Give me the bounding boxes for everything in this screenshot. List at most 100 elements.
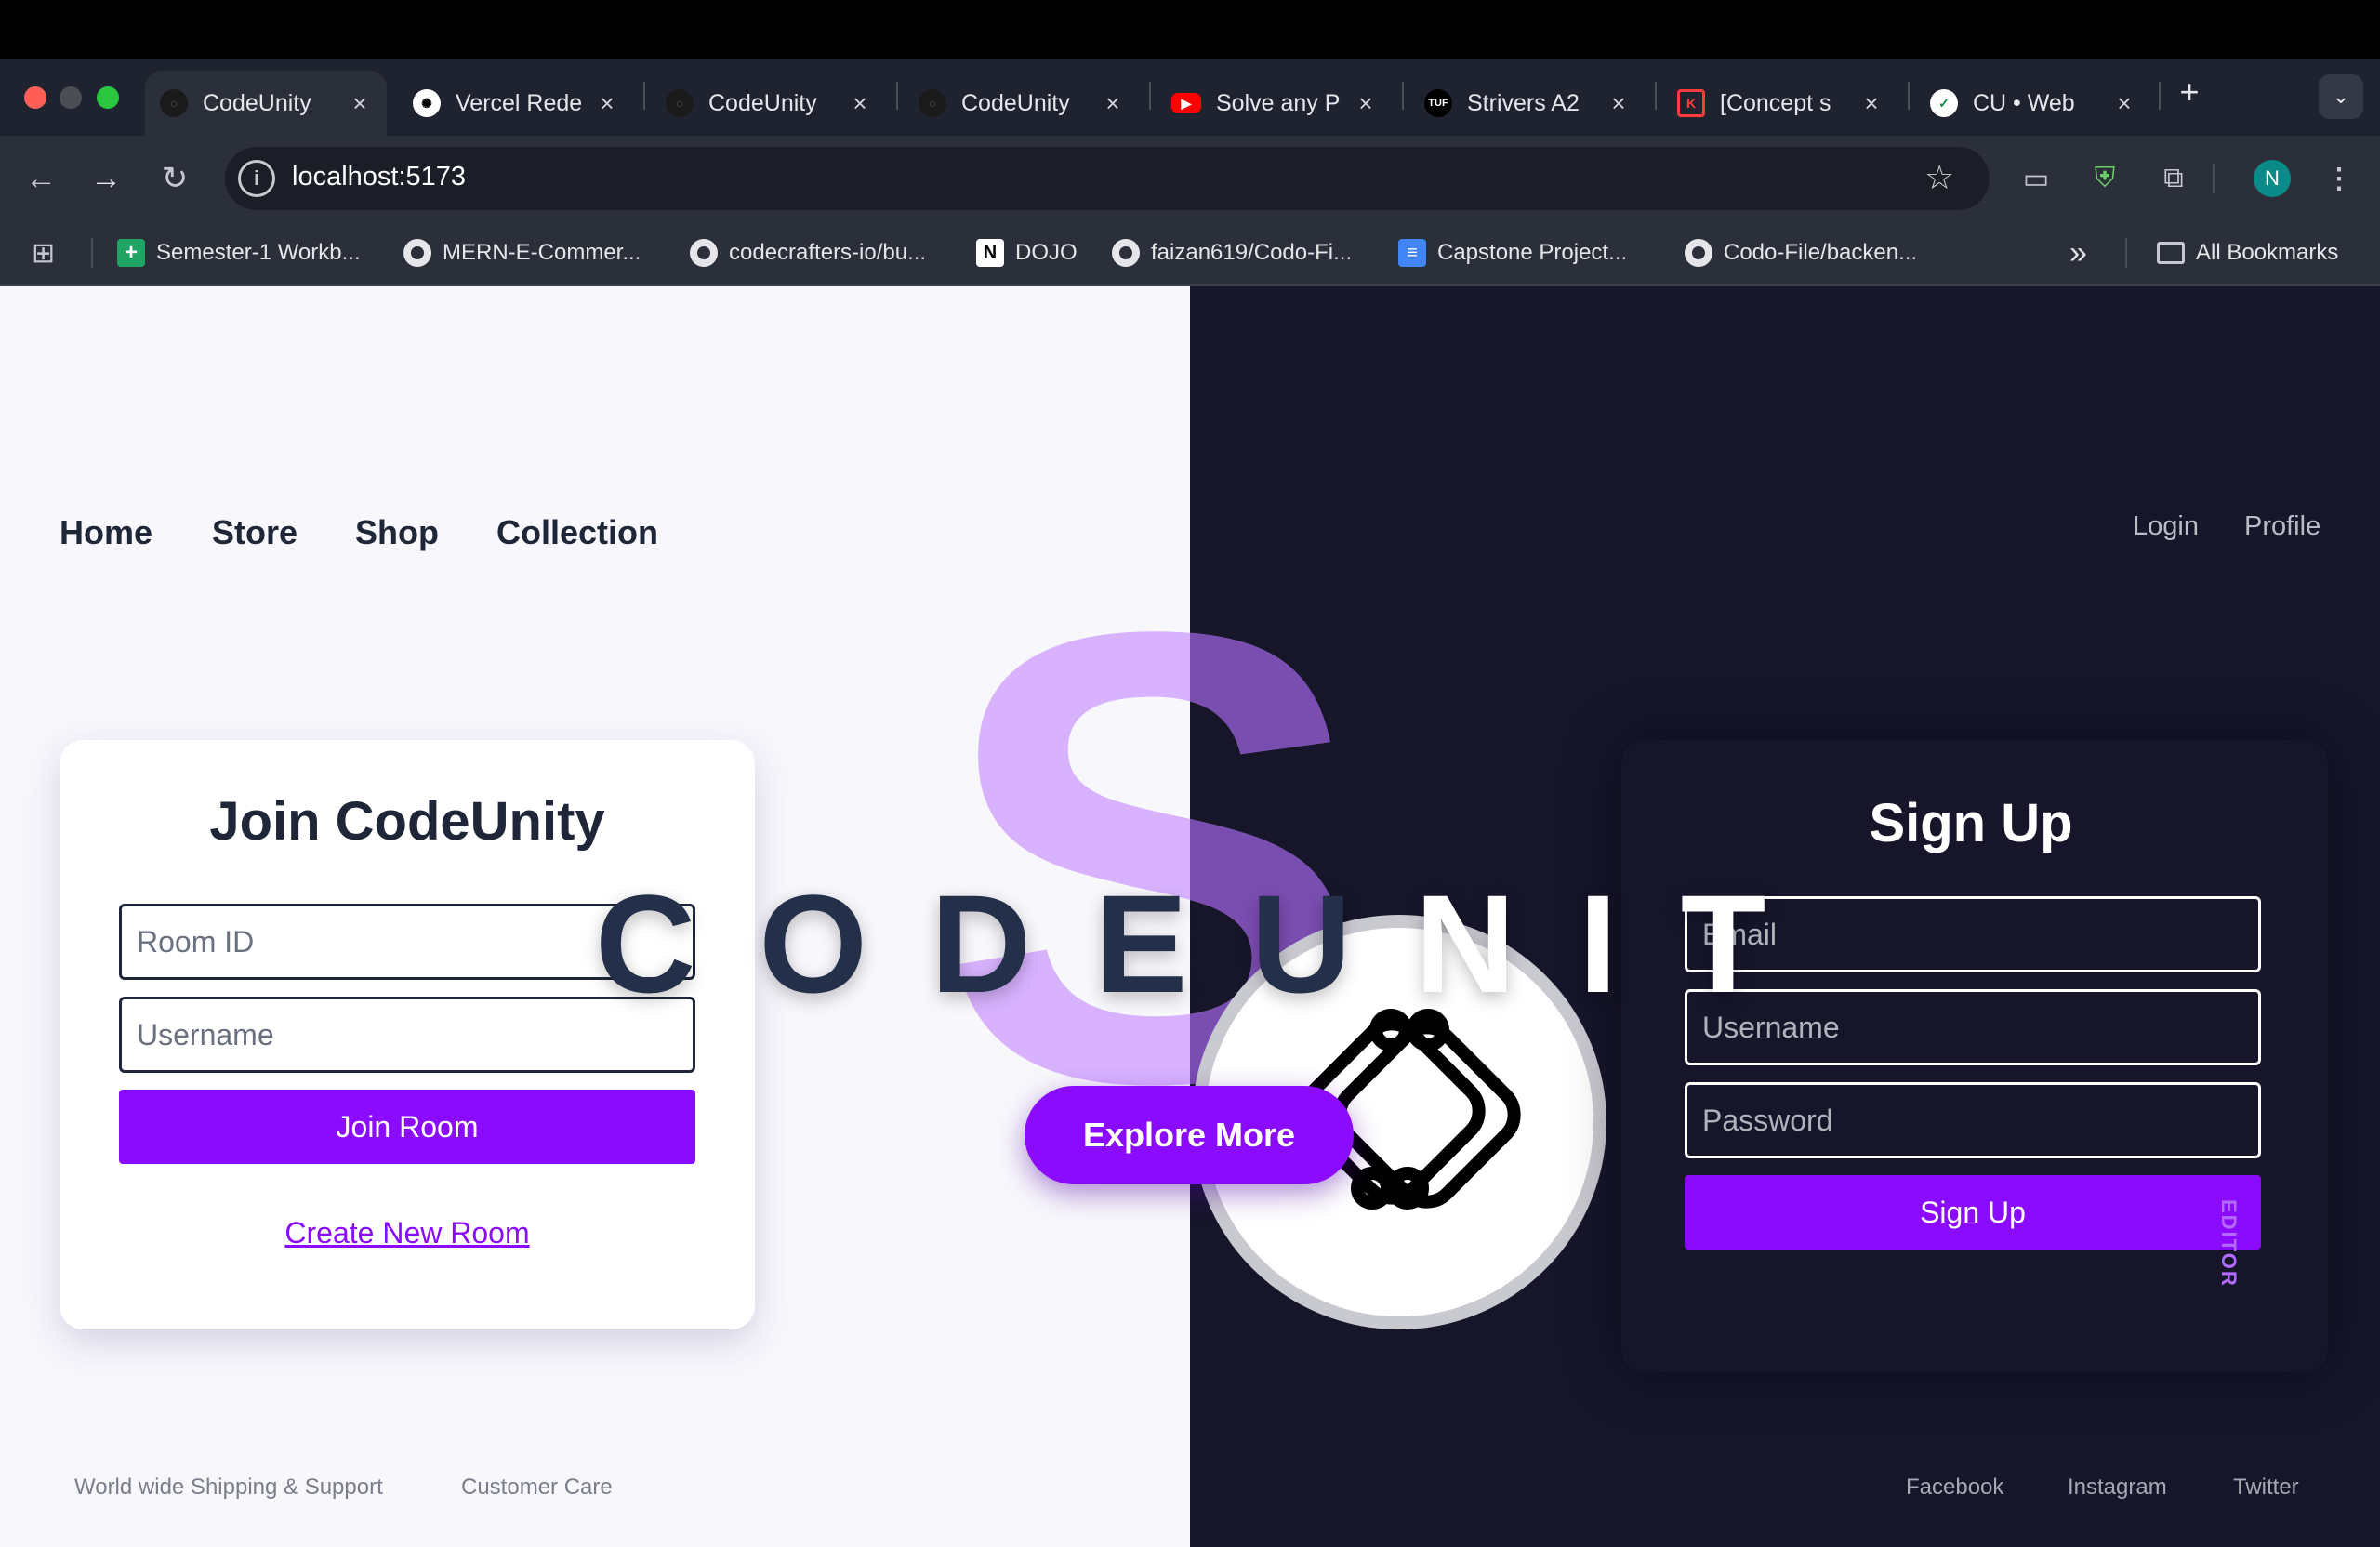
new-tab-button[interactable]: + — [2174, 75, 2205, 109]
bookmark-item[interactable]: N DOJO — [976, 234, 1078, 271]
tab-cu-web[interactable]: ✓ CU • Web × — [1915, 71, 2151, 136]
extension-shield-icon[interactable]: ⛨ — [2086, 160, 2123, 197]
close-tab-icon[interactable]: × — [1856, 89, 1887, 118]
tab-title: [Concept s — [1720, 89, 1831, 116]
codeunity-icon: ○ — [919, 89, 946, 117]
footer-customer-care-link[interactable]: Customer Care — [461, 1474, 613, 1501]
tab-title: CU • Web — [1973, 89, 2075, 116]
github-icon — [690, 239, 718, 267]
youtube-icon: ▶ — [1171, 93, 1201, 113]
toolbar-separator — [2213, 164, 2215, 193]
bookmark-item[interactable]: + Semester-1 Workb... — [117, 234, 361, 271]
tab-concept[interactable]: K [Concept s × — [1662, 71, 1898, 136]
all-bookmarks-label: All Bookmarks — [2196, 240, 2339, 265]
join-room-button[interactable]: Join Room — [119, 1090, 695, 1164]
cu-icon: ✓ — [1930, 89, 1958, 117]
cast-icon[interactable]: ▭ — [2017, 160, 2055, 197]
tab-title: Vercel Rede — [456, 89, 583, 116]
tuf-icon: TUF — [1424, 89, 1452, 117]
bookmark-label: Codo-File/backen... — [1724, 240, 1918, 265]
bookmark-item[interactable]: Codo-File/backen... — [1685, 234, 1917, 271]
os-menu-bar — [0, 0, 2380, 60]
join-title: Join CodeUnity — [209, 791, 605, 852]
brand-letter: I — [1579, 866, 1681, 1022]
bookmark-star-icon[interactable]: ☆ — [1924, 158, 1954, 197]
folder-icon — [2157, 242, 2185, 264]
tab-title: CodeUnity — [961, 89, 1070, 116]
tab-separator — [2159, 82, 2161, 110]
nav-shop[interactable]: Shop — [355, 513, 439, 552]
bookmark-label: Semester-1 Workb... — [156, 240, 361, 265]
brand-letter: E — [1094, 866, 1251, 1022]
close-tab-icon[interactable]: × — [844, 89, 876, 118]
address-text[interactable]: localhost:5173 — [292, 162, 466, 192]
kebab-menu-icon[interactable]: ⋮ — [2320, 160, 2358, 197]
tab-codeunity-active[interactable]: ○ CodeUnity × — [145, 71, 387, 136]
tab-codeunity-3[interactable]: ○ CodeUnity × — [904, 71, 1140, 136]
maximize-window-button[interactable] — [97, 86, 119, 109]
bookmark-separator — [2125, 238, 2127, 268]
brand-letter: T — [1680, 866, 1830, 1022]
password-input[interactable] — [1685, 1082, 2261, 1158]
tab-search-button[interactable]: ⌄ — [2319, 74, 2363, 119]
address-bar[interactable] — [225, 147, 1990, 210]
bookmark-label: faizan619/Codo-Fi... — [1151, 240, 1353, 265]
docs-icon: ≡ — [1398, 239, 1426, 267]
tab-title: CodeUnity — [203, 89, 311, 116]
bookmark-label: codecrafters-io/bu... — [729, 240, 927, 265]
explore-more-button[interactable]: Explore More — [1025, 1086, 1354, 1184]
nav-home[interactable]: Home — [60, 513, 152, 552]
close-tab-icon[interactable]: × — [2109, 89, 2140, 118]
footer-instagram-link[interactable]: Instagram — [2068, 1474, 2167, 1501]
profile-avatar[interactable]: N — [2254, 160, 2291, 197]
github-icon — [403, 239, 431, 267]
close-tab-icon[interactable]: × — [591, 89, 623, 118]
all-bookmarks-button[interactable]: All Bookmarks — [2157, 234, 2338, 271]
reload-icon[interactable]: ↻ — [154, 158, 195, 199]
nav-collection[interactable]: Collection — [496, 513, 658, 552]
back-icon[interactable]: ← — [20, 158, 61, 199]
tab-separator — [1908, 82, 1910, 110]
brand-letter: C — [595, 866, 760, 1022]
nav-profile[interactable]: Profile — [2244, 511, 2320, 542]
forward-icon[interactable]: → — [86, 158, 126, 199]
site-info-icon[interactable]: i — [238, 160, 275, 197]
tab-title: Strivers A2 — [1467, 89, 1580, 116]
tab-vercel[interactable]: ✺ Vercel Rede × — [398, 71, 634, 136]
notion-icon: N — [976, 239, 1004, 267]
minimize-window-button[interactable] — [60, 86, 82, 109]
editor-tag: EDITOR — [2217, 1199, 2241, 1288]
nav-login[interactable]: Login — [2133, 511, 2199, 542]
footer-twitter-link[interactable]: Twitter — [2233, 1474, 2299, 1501]
bookmark-item[interactable]: codecrafters-io/bu... — [690, 234, 926, 271]
codeunity-icon: ○ — [160, 89, 188, 117]
footer-facebook-link[interactable]: Facebook — [1906, 1474, 2003, 1501]
brand-letter: O — [759, 866, 932, 1022]
close-tab-icon[interactable]: × — [344, 89, 376, 118]
footer-shipping-link[interactable]: World wide Shipping & Support — [74, 1474, 383, 1501]
tab-separator — [1402, 82, 1404, 110]
codeunity-icon: ○ — [666, 89, 694, 117]
tab-youtube[interactable]: ▶ Solve any P × — [1157, 71, 1393, 136]
bookmark-item[interactable]: MERN-E-Commer... — [403, 234, 641, 271]
apps-grid-icon[interactable]: ⊞ — [32, 234, 55, 271]
nav-store[interactable]: Store — [212, 513, 298, 552]
sheets-icon: + — [117, 239, 145, 267]
bookmarks-overflow-icon[interactable]: » — [2069, 234, 2087, 271]
bookmark-item[interactable]: ≡ Capstone Project... — [1398, 234, 1627, 271]
close-tab-icon[interactable]: × — [1350, 89, 1382, 118]
close-tab-icon[interactable]: × — [1097, 89, 1129, 118]
bookmark-label: MERN-E-Commer... — [443, 240, 641, 265]
close-tab-icon[interactable]: × — [1603, 89, 1634, 118]
tab-separator — [643, 82, 645, 110]
signup-button[interactable]: Sign Up — [1685, 1175, 2261, 1250]
tab-codeunity-2[interactable]: ○ CodeUnity × — [651, 71, 887, 136]
tab-strivers[interactable]: TUF Strivers A2 × — [1409, 71, 1646, 136]
tab-title: CodeUnity — [708, 89, 817, 116]
github-icon — [1112, 239, 1140, 267]
tab-separator — [1149, 82, 1151, 110]
bookmark-item[interactable]: faizan619/Codo-Fi... — [1112, 234, 1352, 271]
create-new-room-link[interactable]: Create New Room — [60, 1216, 755, 1250]
close-window-button[interactable] — [24, 86, 46, 109]
extensions-icon[interactable]: ⧉ — [2155, 160, 2192, 197]
